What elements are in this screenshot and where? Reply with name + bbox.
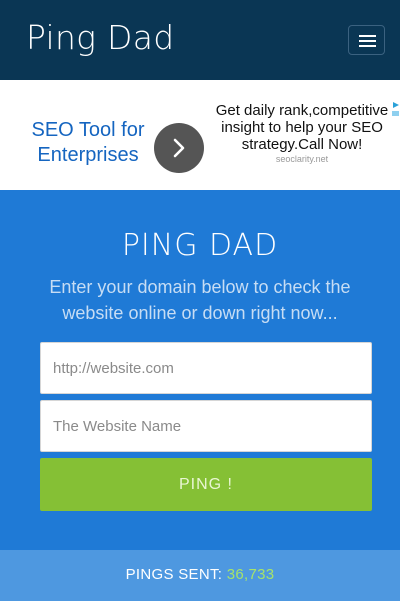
website-url-input[interactable] xyxy=(40,342,372,394)
ping-button[interactable]: PING ! xyxy=(40,458,372,511)
ad-source: seoclarity.net xyxy=(275,154,329,164)
pings-sent-bar: PINGS SENT: 36,733 xyxy=(0,550,400,601)
ping-form-section: PING DAD Enter your domain below to chec… xyxy=(0,190,400,550)
chevron-right-icon xyxy=(173,138,185,158)
hero-title: PING DAD xyxy=(121,228,279,263)
website-name-input[interactable] xyxy=(40,400,372,452)
pings-sent-label: PINGS SENT: xyxy=(125,566,223,583)
hamburger-menu-icon xyxy=(359,45,376,47)
ad-body-text: Get daily rank,competitive insight to he… xyxy=(215,102,389,153)
navbar: Ping Dad xyxy=(0,0,400,80)
pings-sent-text: PINGS SENT: 36,733 xyxy=(0,566,400,583)
hamburger-menu-icon xyxy=(359,40,376,42)
hamburger-menu-icon xyxy=(359,35,376,37)
pings-sent-count: 36,733 xyxy=(226,566,275,583)
spacer xyxy=(0,80,400,100)
ad-headline[interactable]: SEO Tool for Enterprises xyxy=(8,118,168,168)
ad-choices-icon[interactable] xyxy=(391,100,400,118)
ad-body[interactable]: Get daily rank,competitive insight to he… xyxy=(208,102,396,165)
brand-title[interactable]: Ping Dad xyxy=(26,18,175,57)
menu-toggle-button[interactable] xyxy=(348,25,385,55)
ad-arrow-button[interactable] xyxy=(154,123,204,173)
hero-subtitle: Enter your domain below to check the web… xyxy=(49,277,351,323)
